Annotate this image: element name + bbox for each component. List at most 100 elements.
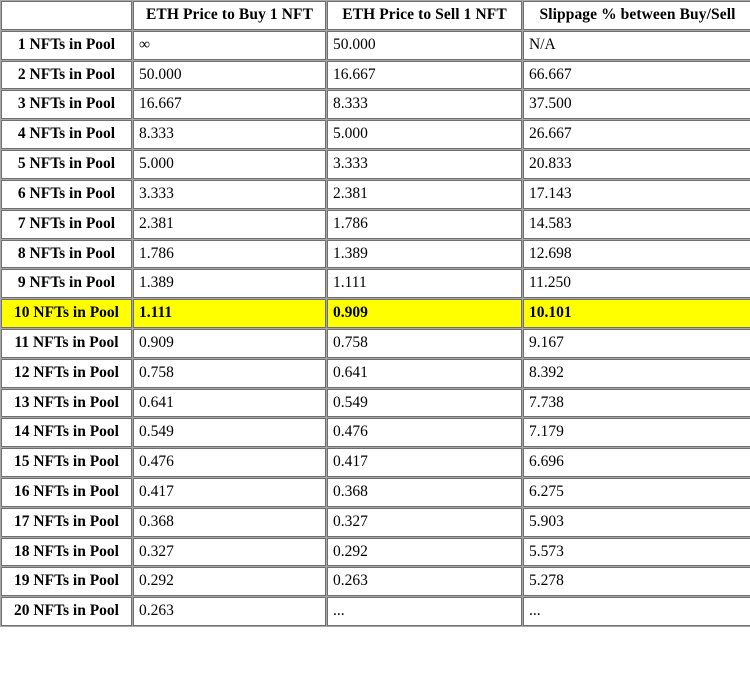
row-label-cell: 20 NFTs in Pool xyxy=(1,597,132,627)
cell-slippage: 17.143 xyxy=(523,179,750,209)
table-row: 5 NFTs in Pool 5.000 3.333 20.833 xyxy=(1,150,750,179)
header-row: ETH Price to Buy 1 NFT ETH Price to Sell… xyxy=(1,1,750,30)
row-label-cell: 6 NFTs in Pool xyxy=(1,179,132,209)
cell-buy: 50.000 xyxy=(133,60,326,90)
cell-sell: 8.333 xyxy=(327,90,522,120)
column-header-buy-price: ETH Price to Buy 1 NFT xyxy=(133,1,326,30)
table-row: 6 NFTs in Pool 3.333 2.381 17.143 xyxy=(1,179,750,209)
cell-slippage: 10.101 xyxy=(523,299,750,328)
cell-slippage: 5.903 xyxy=(523,507,750,537)
cell-buy: 1.786 xyxy=(133,239,326,269)
row-label-cell: 11 NFTs in Pool xyxy=(1,328,132,358)
cell-slippage: N/A xyxy=(523,30,750,60)
cell-buy: 2.381 xyxy=(133,209,326,239)
cell-sell: 0.476 xyxy=(327,418,522,448)
cell-buy: 8.333 xyxy=(133,120,326,150)
table-row: 15 NFTs in Pool 0.476 0.417 6.696 xyxy=(1,448,750,477)
cell-buy: 0.327 xyxy=(133,537,326,567)
row-label-cell: 7 NFTs in Pool xyxy=(1,209,132,239)
cell-slippage: 5.278 xyxy=(523,567,750,597)
column-header-slippage: Slippage % between Buy/Sell xyxy=(523,1,750,30)
row-label-cell: 9 NFTs in Pool xyxy=(1,269,132,299)
cell-slippage: 37.500 xyxy=(523,90,750,120)
row-label-cell: 18 NFTs in Pool xyxy=(1,537,132,567)
table-row: 11 NFTs in Pool 0.909 0.758 9.167 xyxy=(1,328,750,358)
cell-buy: 0.641 xyxy=(133,388,326,418)
row-label-cell: 15 NFTs in Pool xyxy=(1,448,132,477)
cell-sell: 5.000 xyxy=(327,120,522,150)
table-row: 14 NFTs in Pool 0.549 0.476 7.179 xyxy=(1,418,750,448)
table-row: 9 NFTs in Pool 1.389 1.111 11.250 xyxy=(1,269,750,299)
table-header: ETH Price to Buy 1 NFT ETH Price to Sell… xyxy=(1,1,750,30)
table-row: 20 NFTs in Pool 0.263...... xyxy=(1,597,750,627)
cell-buy: 0.417 xyxy=(133,478,326,507)
cell-slippage: 7.179 xyxy=(523,418,750,448)
cell-buy: 5.000 xyxy=(133,150,326,179)
cell-sell: ... xyxy=(327,597,522,627)
cell-sell: 0.292 xyxy=(327,537,522,567)
cell-sell: 16.667 xyxy=(327,60,522,90)
table-row: 3 NFTs in Pool 16.667 8.333 37.500 xyxy=(1,90,750,120)
column-header-sell-price: ETH Price to Sell 1 NFT xyxy=(327,1,522,30)
nft-pool-pricing-table: ETH Price to Buy 1 NFT ETH Price to Sell… xyxy=(0,0,750,628)
cell-slippage: 5.573 xyxy=(523,537,750,567)
cell-sell: 0.327 xyxy=(327,507,522,537)
cell-slippage: 9.167 xyxy=(523,328,750,358)
cell-buy: ∞ xyxy=(133,30,326,60)
cell-buy: 16.667 xyxy=(133,90,326,120)
cell-slippage: 6.696 xyxy=(523,448,750,477)
table-row: 12 NFTs in Pool 0.758 0.641 8.392 xyxy=(1,358,750,388)
cell-sell: 2.381 xyxy=(327,179,522,209)
cell-sell: 0.758 xyxy=(327,328,522,358)
cell-sell: 0.549 xyxy=(327,388,522,418)
cell-slippage: 6.275 xyxy=(523,478,750,507)
cell-buy: 0.476 xyxy=(133,448,326,477)
cell-sell: 0.263 xyxy=(327,567,522,597)
table-row: 4 NFTs in Pool 8.333 5.000 26.667 xyxy=(1,120,750,150)
row-label-cell: 14 NFTs in Pool xyxy=(1,418,132,448)
cell-sell: 50.000 xyxy=(327,30,522,60)
cell-slippage: ... xyxy=(523,597,750,627)
table-row: 16 NFTs in Pool 0.417 0.368 6.275 xyxy=(1,478,750,507)
cell-sell: 0.417 xyxy=(327,448,522,477)
cell-buy: 0.263 xyxy=(133,597,326,627)
table-row: 10 NFTs in Pool 1.111 0.909 10.101 xyxy=(1,299,750,328)
table-body: 1 NFTs in Pool ∞ 50.000 N/A 2 NFTs in Pool 50… xyxy=(1,30,750,627)
cell-buy: 0.368 xyxy=(133,507,326,537)
cell-buy: 0.758 xyxy=(133,358,326,388)
row-label-cell: 10 NFTs in Pool xyxy=(1,299,132,328)
table-row: 1 NFTs in Pool ∞ 50.000 N/A xyxy=(1,30,750,60)
cell-sell: 1.389 xyxy=(327,239,522,269)
table-row: 19 NFTs in Pool 0.292 0.263 5.278 xyxy=(1,567,750,597)
row-label-cell: 3 NFTs in Pool xyxy=(1,90,132,120)
cell-sell: 1.786 xyxy=(327,209,522,239)
row-label-cell: 8 NFTs in Pool xyxy=(1,239,132,269)
cell-slippage: 8.392 xyxy=(523,358,750,388)
table-container: ETH Price to Buy 1 NFT ETH Price to Sell… xyxy=(0,0,750,628)
cell-buy: 0.549 xyxy=(133,418,326,448)
cell-buy: 1.389 xyxy=(133,269,326,299)
row-label-cell: 19 NFTs in Pool xyxy=(1,567,132,597)
cell-sell: 0.368 xyxy=(327,478,522,507)
column-header-blank xyxy=(1,1,132,30)
table-row: 18 NFTs in Pool 0.327 0.292 5.573 xyxy=(1,537,750,567)
table-row: 2 NFTs in Pool 50.000 16.667 66.667 xyxy=(1,60,750,90)
cell-sell: 0.909 xyxy=(327,299,522,328)
cell-sell: 3.333 xyxy=(327,150,522,179)
table-row: 17 NFTs in Pool 0.368 0.327 5.903 xyxy=(1,507,750,537)
row-label-cell: 2 NFTs in Pool xyxy=(1,60,132,90)
cell-sell: 0.641 xyxy=(327,358,522,388)
cell-buy: 1.111 xyxy=(133,299,326,328)
cell-slippage: 11.250 xyxy=(523,269,750,299)
cell-buy: 0.909 xyxy=(133,328,326,358)
cell-slippage: 26.667 xyxy=(523,120,750,150)
cell-slippage: 20.833 xyxy=(523,150,750,179)
row-label-cell: 17 NFTs in Pool xyxy=(1,507,132,537)
row-label-cell: 16 NFTs in Pool xyxy=(1,478,132,507)
cell-buy: 3.333 xyxy=(133,179,326,209)
cell-slippage: 66.667 xyxy=(523,60,750,90)
table-row: 8 NFTs in Pool 1.786 1.389 12.698 xyxy=(1,239,750,269)
cell-buy: 0.292 xyxy=(133,567,326,597)
row-label-cell: 12 NFTs in Pool xyxy=(1,358,132,388)
table-row: 13 NFTs in Pool 0.641 0.549 7.738 xyxy=(1,388,750,418)
